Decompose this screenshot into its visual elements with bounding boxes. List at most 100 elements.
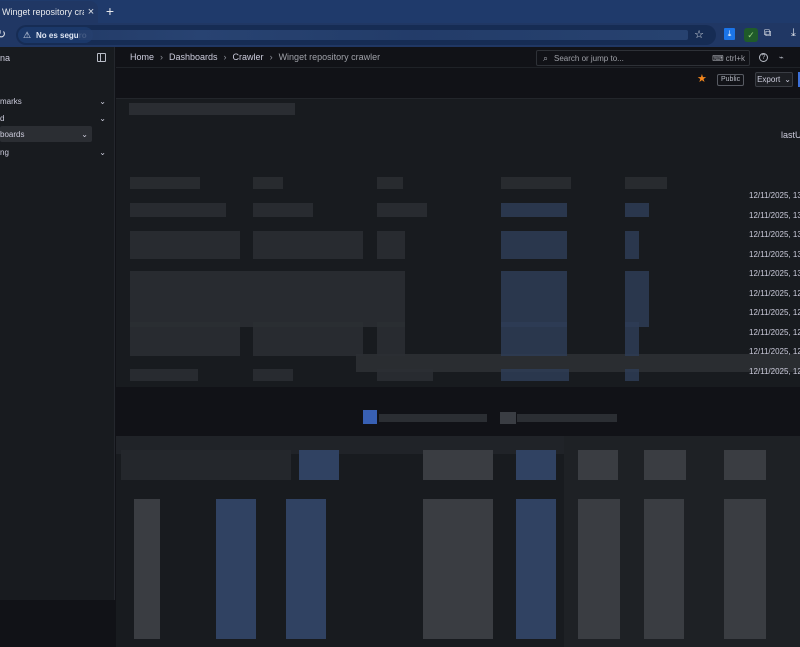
download-extension-icon[interactable]: ⤓ [724,28,735,40]
sidebar-item-label: ng [0,147,9,157]
table-cell [377,369,433,381]
grid-cell [644,450,686,480]
sidebar-item-alerting[interactable]: ng ⌄ [0,144,110,160]
panel-title [129,103,295,115]
browser-tab-active[interactable]: Winget repository crawler - Cr × [0,1,98,23]
grid-cell [724,499,766,639]
chevron-down-icon[interactable]: ⌄ [99,114,106,123]
table-cell [377,203,427,217]
pagination-bar [379,414,487,422]
help-icon[interactable]: ? [759,53,768,62]
sidebar-item-starred[interactable]: d ⌄ [0,110,110,126]
downloads-icon[interactable]: ⤓ [791,27,800,41]
breadcrumb-current: Winget repository crawler [278,52,381,62]
table-cell [253,369,293,381]
browser-tab-strip: Winget repository crawler - Cr × + [0,0,800,23]
table-cell [253,231,363,259]
dock-menu-icon[interactable] [97,53,106,62]
bookmark-star-icon[interactable]: ☆ [694,28,704,41]
grid-cell [134,499,160,639]
table-cell-date: 12/11/2025, 13 [749,191,800,200]
table-cell-date: 12/11/2025, 12 [749,328,800,337]
grid-cell [299,450,339,480]
chevron-down-icon[interactable]: ⌄ [99,97,106,106]
address-bar[interactable]: ⚠ No es seguro ☆ [16,25,716,45]
grid-cell [286,499,326,639]
dashboard-action-bar: ★ Public Export ⌄ [116,69,800,93]
url-text [78,30,688,40]
table-cell [625,203,649,217]
grid-cell [423,499,493,639]
table-cell [253,322,363,356]
new-tab-button[interactable]: + [103,3,117,19]
reload-icon[interactable]: ↻ [0,27,10,43]
table-cell [625,271,649,327]
table-cell [377,231,405,259]
column-header [253,177,283,189]
column-header [501,177,571,189]
keyboard-shortcut: ⌨ ctrl+k [712,54,745,63]
chevron-down-icon[interactable]: ⌄ [81,130,88,139]
favorite-star-icon[interactable]: ★ [697,72,707,85]
dashboard-grid-panel [116,436,800,647]
grafana-app: na marks ⌄ d ⌄ boards ⌄ ng ⌄ Home › Dash… [0,47,800,647]
table-cell [253,203,313,217]
table-cell [130,271,405,327]
tab-title: Winget repository crawler - Cr [2,7,84,17]
table-cell-date: 12/11/2025, 13 [749,211,800,220]
table-cell [501,271,567,327]
top-bar: Home › Dashboards › Crawler › Winget rep… [116,47,800,68]
breadcrumb-separator: › [160,52,164,62]
pagination-control[interactable] [500,412,516,424]
search-placeholder: Search or jump to... [554,53,624,63]
sidebar-brand: na [0,53,11,63]
table-cell-date: 12/11/2025, 12 [749,367,800,376]
grid-cell [578,450,618,480]
breadcrumb: Home › Dashboards › Crawler › Winget rep… [130,52,380,62]
table-cell [130,203,226,217]
sidebar-item-label: marks [0,96,22,106]
column-header [130,177,200,189]
warning-icon: ⚠ [22,29,32,40]
green-extension-icon[interactable]: ✓ [744,28,758,42]
search-input[interactable]: ⌕ Search or jump to... ⌨ ctrl+k [536,50,750,66]
table-cell [501,369,569,381]
breadcrumb-separator: › [223,52,227,62]
grid-cell [724,450,766,480]
grid-cell [423,450,493,480]
grid-cell [644,499,684,639]
grid-cell [516,450,556,480]
table-cell [501,203,567,217]
news-feed-icon[interactable]: ⌁ [779,53,788,62]
tab-close-icon[interactable]: × [84,6,98,18]
table-cell-date: 12/11/2025, 12 [749,347,800,356]
browser-toolbar: ↻ ⚠ No es seguro ☆ [0,23,800,47]
column-header [377,177,403,189]
grid-cell [578,499,620,639]
table-cell [501,231,567,259]
breadcrumb-separator: › [269,52,273,62]
sidebar-item-label: boards [0,129,25,139]
table-cell [625,369,639,381]
breadcrumb-crawler[interactable]: Crawler [233,52,264,62]
keyboard-icon: ⌨ [712,53,724,63]
search-icon: ⌕ [542,52,549,63]
table-cell [625,322,639,356]
chevron-down-icon[interactable]: ⌄ [99,148,106,157]
breadcrumb-dashboards[interactable]: Dashboards [169,52,218,62]
table-cell [377,322,405,356]
export-label: Export [757,75,781,84]
public-badge: Public [717,74,745,86]
table-cell-date: 12/11/2025, 12 [749,289,800,298]
export-button[interactable]: Export ⌄ [755,72,793,87]
pagination-current-page[interactable] [363,410,377,424]
grid-cell [516,499,556,639]
breadcrumb-home[interactable]: Home [130,52,154,62]
sidebar-item-label: d [0,113,5,123]
table-header-lastupdated: lastU [781,130,800,140]
sidebar-item-dashboards[interactable]: boards ⌄ [0,126,92,142]
table-cell-date: 12/11/2025, 12 [749,308,800,317]
table-cell-date: 12/11/2025, 13 [749,269,800,278]
extensions-puzzle-icon[interactable]: ⧉ [764,28,776,41]
sidebar-item-bookmarks[interactable]: marks ⌄ [0,93,110,109]
